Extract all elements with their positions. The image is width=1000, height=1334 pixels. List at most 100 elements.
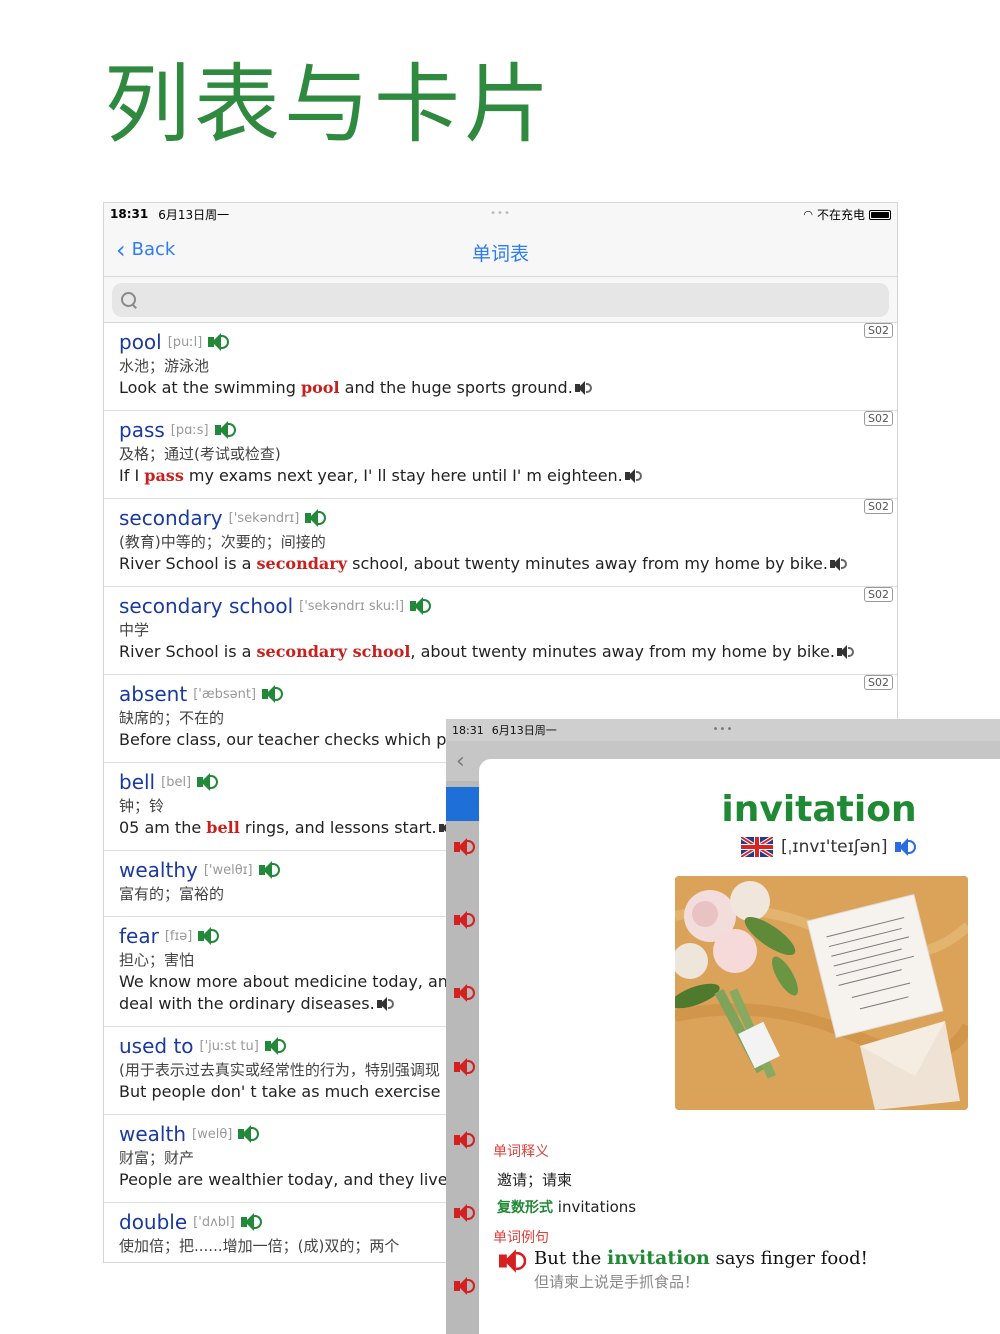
list-item[interactable]: S02 pool [puːl] 水池；游泳池 Look at the swimm… (104, 323, 897, 411)
speaker-icon[interactable] (454, 1203, 476, 1223)
speaker-icon[interactable] (264, 1036, 287, 1056)
multitask-dots-icon: ••• (712, 724, 734, 735)
card-status-bar: 18:31 6月13日周一 ••• (446, 719, 1000, 741)
card-phonetic: [ˌɪnvɪ'teɪʃən] (781, 837, 888, 857)
entry-example: Look at the swimming pool and the huge s… (119, 377, 882, 399)
entry-meaning: 中学 (119, 621, 150, 639)
entry-example: River School is a secondary school, abou… (119, 641, 882, 663)
entry-word: wealthy (119, 858, 198, 882)
nav-title: 单词表 (471, 243, 529, 265)
meaning-text: 邀请；请柬 (497, 1171, 573, 1189)
selected-row-indicator (446, 787, 480, 821)
lesson-tag: S02 (864, 675, 893, 690)
entry-word: pass (119, 418, 165, 442)
speaker-icon[interactable] (454, 1276, 476, 1296)
word-card: invitation [ˌɪnvɪ'teɪʃən] 单词释义 邀请；请柬 复数形… (479, 759, 1000, 1334)
entry-meaning: 及格；通过(考试或检查) (119, 445, 281, 463)
entry-word: pool (119, 330, 162, 354)
entry-phonetic: [welθ] (192, 1126, 233, 1142)
list-item[interactable]: S02 pass [pɑːs] 及格；通过(考试或检查) If I pass m… (104, 411, 897, 499)
invitation-photo (675, 876, 968, 1110)
lesson-tag: S02 (864, 499, 893, 514)
speaker-icon[interactable] (214, 420, 237, 440)
example-sentence: But the invitation says finger food! (534, 1247, 868, 1269)
list-item[interactable]: S02 secondary ['sekəndrɪ] (教育)中等的；次要的；间接… (104, 499, 897, 587)
example-speaker-icon[interactable] (624, 469, 643, 483)
example-speaker-icon[interactable] (829, 557, 848, 571)
status-time: 18:31 (110, 207, 149, 221)
wifi-icon: ◠ (803, 208, 813, 221)
entry-meaning: (教育)中等的；次要的；间接的 (119, 533, 326, 551)
entry-word: absent (119, 682, 188, 706)
entry-word: double (119, 1210, 188, 1234)
entry-word: wealth (119, 1122, 186, 1146)
speaker-icon[interactable] (262, 684, 284, 704)
lesson-tag: S02 (864, 587, 893, 602)
plural-row: 复数形式 invitations (497, 1197, 636, 1217)
entry-word: fear (119, 924, 159, 948)
search-input[interactable] (144, 291, 889, 309)
example-speaker-icon[interactable] (499, 1248, 528, 1274)
entry-phonetic: ['dʌbl] (193, 1214, 235, 1230)
entry-phonetic: [puːl] (167, 334, 203, 350)
card-word: invitation (721, 789, 917, 830)
speaker-icon[interactable] (454, 1130, 476, 1150)
meaning-label: 单词释义 (493, 1144, 549, 1160)
example-speaker-icon[interactable] (574, 381, 593, 395)
speaker-icon[interactable] (238, 1124, 260, 1144)
search-icon (120, 291, 138, 309)
entry-example: River School is a secondary school, abou… (119, 553, 882, 575)
status-bar: 18:31 6月13日周一 ••• ◠ 不在充电 (104, 203, 897, 225)
speaker-icon[interactable] (198, 926, 220, 946)
speaker-icon[interactable] (240, 1212, 263, 1232)
lesson-tag: S02 (864, 411, 893, 426)
lesson-tag: S02 (864, 323, 893, 338)
battery-icon (869, 209, 891, 220)
entry-word: bell (119, 770, 156, 794)
speaker-icon[interactable] (208, 332, 230, 352)
speaker-icon[interactable] (305, 508, 327, 528)
navigation-bar: ‹ Back 单词表 (104, 225, 897, 277)
card-status-time: 18:31 (452, 723, 484, 737)
entry-meaning: 水池；游泳池 (119, 357, 210, 375)
example-speaker-icon[interactable] (836, 645, 855, 659)
entry-phonetic: [pɑːs] (170, 422, 209, 438)
search-bar-container (104, 277, 897, 323)
entry-phonetic: ['æbsənt] (193, 686, 257, 702)
uk-flag-icon (741, 837, 773, 857)
speaker-icon[interactable] (454, 837, 476, 857)
word-illustration (675, 876, 968, 1110)
example-translation: 但请柬上说是手抓食品！ (534, 1273, 700, 1291)
entry-word: secondary school (119, 594, 294, 618)
card-status-date: 6月13日周一 (491, 724, 557, 737)
entry-phonetic: [bel] (161, 774, 192, 790)
example-speaker-icon[interactable] (376, 997, 395, 1011)
speaker-icon[interactable] (454, 983, 476, 1003)
entry-phonetic: ['sekəndrɪ] (228, 510, 300, 526)
list-item[interactable]: S02 secondary school ['sekəndrɪ skuːl] 中… (104, 587, 897, 675)
multitask-dots-icon: ••• (490, 208, 511, 219)
chevron-left-icon[interactable]: ‹ (456, 749, 465, 774)
word-card-screen: 18:31 6月13日周一 ••• ‹ invitation [ˌɪnvɪ'te… (446, 719, 1000, 1334)
plural-value: invitations (557, 1198, 637, 1216)
speaker-icon[interactable] (454, 1057, 476, 1077)
entry-word: used to (119, 1034, 194, 1058)
charging-status: 不在充电 (816, 208, 865, 222)
speaker-icon[interactable] (895, 837, 917, 857)
entry-phonetic: ['welθɪ] (203, 862, 253, 878)
card-phonetic-row: [ˌɪnvɪ'teɪʃən] (741, 837, 917, 857)
speaker-icon[interactable] (197, 772, 219, 792)
entry-phonetic: [fɪə] (164, 928, 193, 944)
entry-phonetic: ['sekəndrɪ skuːl] (299, 598, 405, 614)
plural-label: 复数形式 (497, 1200, 553, 1216)
example-label: 单词例句 (493, 1230, 549, 1246)
entry-phonetic: ['juːst tu] (199, 1038, 259, 1054)
speaker-icon[interactable] (410, 596, 432, 616)
entry-word: secondary (119, 506, 223, 530)
page-headline: 列表与卡片 (104, 55, 554, 155)
speaker-icon[interactable] (258, 860, 281, 880)
status-date: 6月13日周一 (158, 207, 230, 222)
search-bar[interactable] (112, 283, 889, 317)
entry-example: If I pass my exams next year, I' ll stay… (119, 465, 882, 487)
speaker-icon[interactable] (454, 910, 476, 930)
